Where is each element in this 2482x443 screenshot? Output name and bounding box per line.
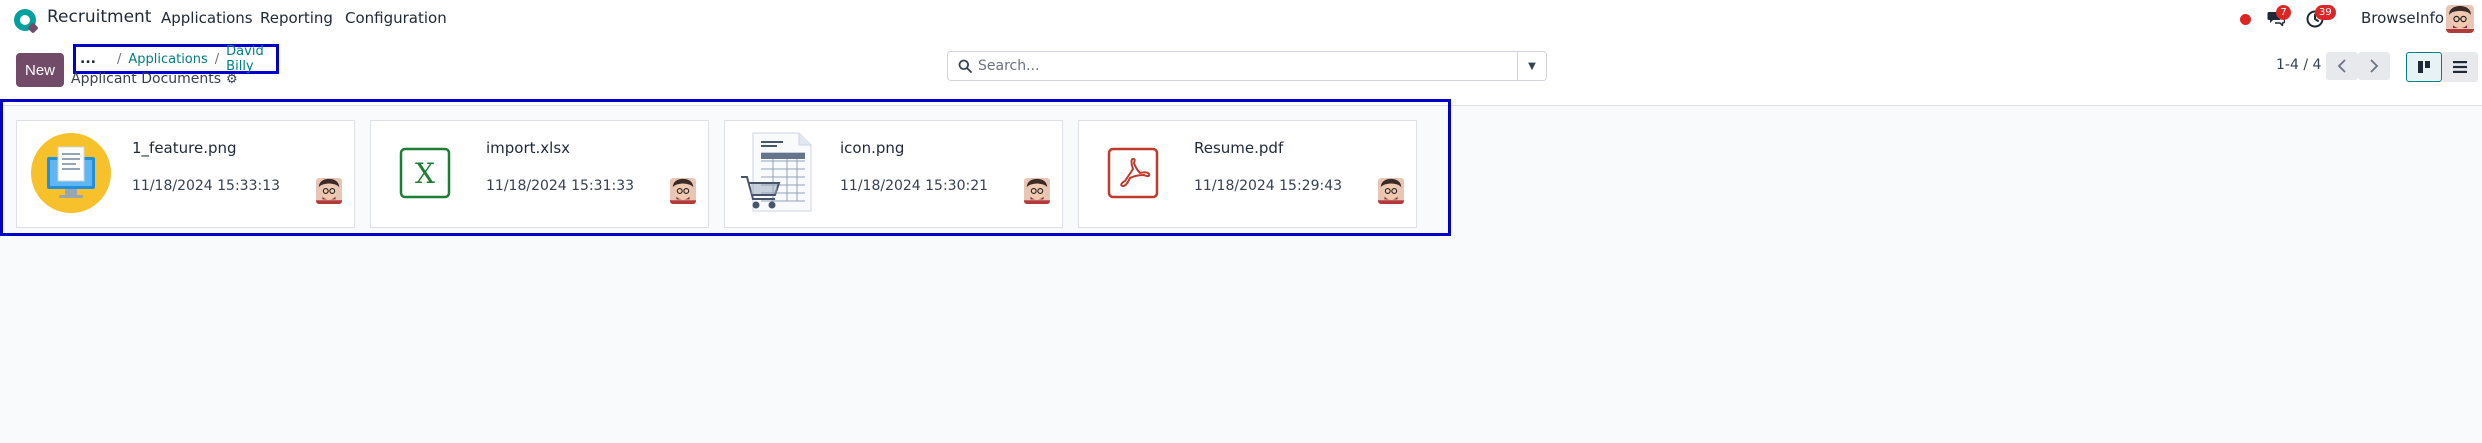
menu-applications[interactable]: Applications [161,9,253,27]
document-name: 1_feature.png [132,139,237,157]
document-name: icon.png [840,139,905,157]
document-thumbnail [29,131,113,215]
recruitment-logo-icon[interactable] [14,9,39,34]
breadcrumb-applicant[interactable]: David Billy [226,44,276,74]
owner-avatar [1378,178,1404,204]
document-date: 11/18/2024 15:30:21 [840,178,989,194]
chat-count-badge: 7 [2276,5,2291,20]
user-avatar[interactable] [2446,5,2474,33]
gear-icon[interactable]: ⚙ [226,72,238,87]
recording-dot-icon[interactable] [2240,14,2251,25]
document-thumbnail [1091,131,1175,215]
control-panel: New ... / Applications / David Billy App… [0,38,2482,106]
document-thumbnail: X [383,131,467,215]
page-title: Applicant Documents ⚙ [71,71,238,87]
document-thumbnail [737,131,821,215]
pager-next-chevron-right-icon[interactable] [2358,52,2390,80]
breadcrumb: ... / Applications / David Billy [73,44,279,74]
company-switcher[interactable]: BrowseInfo [2361,9,2444,27]
excel-file-icon: X [399,147,451,199]
breadcrumb-more[interactable]: ... [80,51,96,67]
menu-reporting[interactable]: Reporting [260,9,333,27]
search-icon [958,59,972,73]
menu-configuration[interactable]: Configuration [345,9,447,27]
documents-kanban: 1_feature.png 11/18/2024 15:33:13 X impo… [0,99,1451,236]
search-options-chevron-down-icon[interactable]: ▼ [1517,52,1546,80]
page-title-text: Applicant Documents [71,71,222,87]
document-date: 11/18/2024 15:33:13 [132,178,281,194]
owner-avatar [316,178,342,204]
document-name: Resume.pdf [1194,139,1284,157]
document-card[interactable]: X import.xlsx 11/18/2024 15:31:33 [370,120,709,228]
search-input[interactable] [978,52,1458,80]
document-date: 11/18/2024 15:31:33 [486,178,635,194]
purchase-order-icon [741,132,812,212]
search-bar: ▼ [947,51,1547,81]
kanban-view-icon[interactable] [2406,52,2442,82]
monitor-document-icon [31,133,111,213]
pager-previous-chevron-left-icon[interactable] [2326,52,2358,80]
new-button[interactable]: New [16,53,64,87]
document-name: import.xlsx [486,139,571,157]
document-card[interactable]: icon.png 11/18/2024 15:30:21 [724,120,1063,228]
owner-avatar [670,178,696,204]
document-card[interactable]: Resume.pdf 11/18/2024 15:29:43 [1078,120,1417,228]
document-card[interactable]: 1_feature.png 11/18/2024 15:33:13 [16,120,355,228]
svg-text:X: X [415,157,435,190]
document-date: 11/18/2024 15:29:43 [1194,178,1343,194]
breadcrumb-separator: / [116,51,122,67]
list-view-icon[interactable] [2442,52,2478,82]
activity-count-badge: 39 [2315,5,2336,20]
pager-value[interactable]: 1-4 / 4 [2276,57,2321,73]
app-name[interactable]: Recruitment [47,7,151,27]
owner-avatar [1024,178,1050,204]
breadcrumb-separator: / [214,51,220,67]
top-navbar: Recruitment Applications Reporting Confi… [0,0,2482,38]
pdf-file-icon [1107,147,1159,199]
breadcrumb-applications[interactable]: Applications [128,52,207,67]
